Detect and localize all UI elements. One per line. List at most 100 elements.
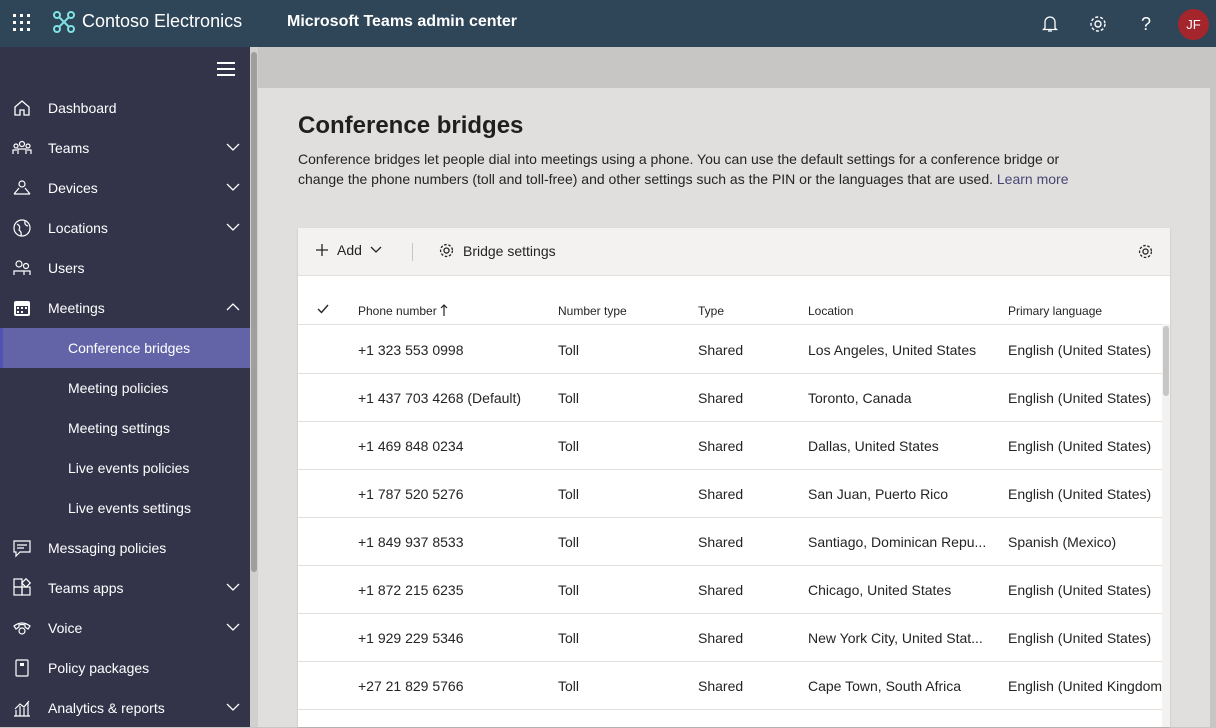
sidebar-item-messaging-policies[interactable]: Messaging policies [0,528,250,568]
sidebar-item-live-events-settings[interactable]: Live events settings [0,488,250,528]
contoso-logo-icon [53,11,75,33]
table-cell: Toll [558,342,580,358]
table-cell: New York City, United Stat... [808,630,983,646]
table-cell: Shared [698,534,744,550]
table-cell: Shared [698,486,744,502]
table-cell: +27 21 829 5766 [358,678,464,694]
sidebar-item-label: Policy packages [48,660,150,676]
table-cell: Shared [698,678,744,694]
app-launcher-icon[interactable] [13,14,31,32]
table-cell: Toll [558,630,580,646]
add-button[interactable]: Add [315,242,382,258]
sidebar-item-policy-packages[interactable]: Policy packages [0,648,250,688]
top-bar: Contoso Electronics Microsoft Teams admi… [0,0,1216,47]
table-row[interactable]: +1 849 937 8533 Toll Shared Santiago, Domin… [298,517,1162,566]
chevron-down-icon [370,246,382,253]
home-icon [14,100,30,116]
column-header-number-type[interactable]: Number type [558,304,627,318]
select-all-checkmark-icon[interactable] [317,304,329,314]
table-row[interactable]: +1 787 520 5276 Toll Shared San Juan, Puert… [298,469,1162,518]
sidebar-item-live-events-policies[interactable]: Live events policies [0,448,250,488]
table-cell: Toll [558,390,580,406]
table-scrollbar-thumb[interactable] [1163,326,1169,396]
table-row[interactable]: +1 872 215 6235 Toll Shared Chicago, United… [298,565,1162,614]
chart-icon [14,700,30,717]
table-cell: Cape Town, South Africa [808,678,962,694]
apps-icon [13,578,32,596]
table-cell: English (United States) [1008,342,1152,358]
sidebar-item-label: Teams [48,140,90,156]
sidebar-item-teams-apps[interactable]: Teams apps [0,568,250,608]
learn-more-link[interactable]: Learn more [997,171,1069,187]
user-avatar[interactable]: JF [1178,9,1209,40]
help-icon[interactable]: ? [1134,12,1158,36]
column-settings-gear-icon[interactable] [1137,243,1154,260]
sidebar-item-label: Users [48,260,85,276]
chevron-down-icon [226,623,240,631]
package-icon [15,659,29,677]
chevron-down-icon [226,703,240,711]
sidebar-item-label: Locations [48,220,108,236]
hamburger-menu-icon[interactable] [217,61,235,77]
table-cell: Toronto, Canada [808,390,912,406]
table-row[interactable]: +1 323 553 0998 Toll Shared Los Angeles, Un… [298,325,1162,374]
table-cell: Dallas, United States [808,438,939,454]
notifications-bell-icon[interactable] [1038,12,1062,36]
table-row[interactable]: +1 437 703 4268 (Default) Toll Shared Toron… [298,373,1162,422]
sidebar-item-locations[interactable]: Locations [0,208,250,248]
sidebar-item-label: Live events policies [68,460,190,476]
table-cell: Shared [698,630,744,646]
column-header-phone-number[interactable]: Phone number [358,304,448,318]
gear-icon [439,243,454,258]
table-row[interactable]: +1 929 229 5346 Toll Shared New York City, … [298,613,1162,662]
sidebar-item-meeting-policies[interactable]: Meeting policies [0,368,250,408]
sidebar-item-conference-bridges[interactable]: Conference bridges [0,328,250,368]
table-row[interactable]: +1 469 848 0234 Toll Shared Dallas, United … [298,421,1162,470]
table-cell: Spanish (Mexico) [1008,534,1117,550]
brand-name[interactable]: Contoso Electronics [82,11,242,32]
add-button-label: Add [337,242,362,258]
column-header-type[interactable]: Type [698,304,724,318]
table-cell: Chicago, United States [808,582,952,598]
sidebar-item-analytics-reports[interactable]: Analytics & reports [0,688,250,728]
table-cell: English (United States) [1008,390,1152,406]
sidebar-item-meetings[interactable]: Meetings [0,288,250,328]
settings-gear-icon[interactable] [1086,12,1110,36]
sidebar-item-dashboard[interactable]: Dashboard [0,88,250,128]
sidebar-item-label: Teams apps [48,580,124,596]
sidebar-item-devices[interactable]: Devices [0,168,250,208]
table-cell: English (United States) [1008,486,1152,502]
sidebar-item-label: Conference bridges [68,340,191,356]
column-header-location[interactable]: Location [808,304,853,318]
table-cell: English (United Kingdom [1008,678,1163,694]
sidebar-item-label: Meetings [48,300,105,316]
bridge-settings-button[interactable]: Bridge settings [438,242,556,259]
column-header-primary-language[interactable]: Primary language [1008,304,1102,318]
sidebar-item-label: Messaging policies [48,540,167,556]
toolbar-divider [412,243,413,261]
sidebar-item-label: Voice [48,620,83,636]
sidebar-item-users[interactable]: Users [0,248,250,288]
main-scrollbar[interactable] [250,47,258,727]
table-cell: Shared [698,342,744,358]
table-cell: Shared [698,438,744,454]
chevron-down-icon [226,183,240,191]
table-row[interactable]: +27 21 829 5766 Toll Shared Cape Town, Sout… [298,661,1162,710]
main-scrollbar-thumb[interactable] [251,52,257,572]
page-title: Conference bridges [298,112,524,139]
chevron-down-icon [226,583,240,591]
sidebar-item-voice[interactable]: Voice [0,608,250,648]
app-title: Microsoft Teams admin center [287,13,517,30]
chevron-up-icon [226,303,240,311]
column-header-label: Phone number [358,304,437,318]
table-cell: Los Angeles, United States [808,342,977,358]
teams-icon [12,140,32,154]
table-scrollbar[interactable] [1162,324,1170,727]
sidebar-item-teams[interactable]: Teams [0,128,250,168]
devices-icon [13,180,31,195]
bridge-settings-label: Bridge settings [463,242,556,259]
sidebar: Dashboard Teams Devices Locations Users … [0,47,250,727]
calendar-icon [14,301,30,316]
sidebar-item-meeting-settings[interactable]: Meeting settings [0,408,250,448]
table-cell: Toll [558,438,580,454]
